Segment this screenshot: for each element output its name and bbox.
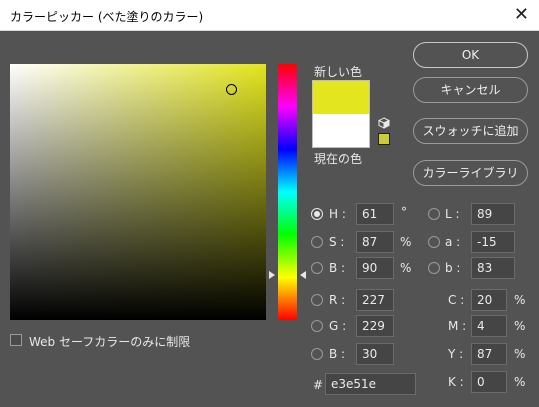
hue-slider-left-handle-icon[interactable] — [269, 271, 275, 279]
hex-label: # — [313, 378, 324, 392]
red-input[interactable]: 227 — [356, 289, 394, 311]
color-field[interactable] — [10, 64, 266, 320]
red-label: R : — [329, 293, 346, 307]
out-of-gamut-cube-icon[interactable] — [378, 117, 390, 129]
green-radio[interactable] — [311, 320, 323, 332]
lab-b-input[interactable]: 83 — [471, 257, 515, 279]
hue-unit: ° — [401, 205, 407, 219]
current-color-label: 現在の色 — [314, 152, 363, 166]
websafe-color-swatch[interactable] — [378, 133, 390, 145]
lab-l-radio[interactable] — [428, 208, 440, 220]
hue-slider[interactable] — [278, 64, 297, 320]
green-label: G : — [329, 319, 347, 333]
green-input[interactable]: 229 — [356, 315, 394, 337]
websafe-only-checkbox[interactable] — [10, 334, 22, 346]
cancel-button[interactable]: キャンセル — [413, 77, 528, 103]
cyan-label: C : — [448, 293, 465, 307]
blue-label: B : — [329, 347, 346, 361]
lab-a-input[interactable]: -15 — [471, 231, 515, 253]
lab-b-label: b : — [445, 261, 461, 275]
blue-input[interactable]: 30 — [356, 343, 394, 365]
lab-l-input[interactable]: 89 — [471, 203, 515, 225]
lab-b-radio[interactable] — [428, 262, 440, 274]
black-unit: % — [514, 375, 526, 389]
color-field-marker[interactable] — [226, 84, 237, 95]
magenta-input[interactable]: 4 — [471, 315, 507, 337]
add-to-swatches-button[interactable]: スウォッチに追加 — [413, 118, 528, 144]
saturation-label: S : — [329, 235, 345, 249]
cyan-input[interactable]: 20 — [471, 289, 507, 311]
red-radio[interactable] — [311, 294, 323, 306]
lab-a-radio[interactable] — [428, 236, 440, 248]
brightness-label: B : — [329, 261, 346, 275]
cyan-unit: % — [514, 293, 526, 307]
new-color-swatch — [312, 80, 370, 114]
window-title: カラーピッカー (べた塗りのカラー) — [10, 10, 204, 24]
saturation-input[interactable]: 87 — [356, 231, 394, 253]
brightness-input[interactable]: 90 — [356, 257, 394, 279]
title-bar: カラーピッカー (べた塗りのカラー) ✕ — [0, 0, 539, 31]
brightness-unit: % — [400, 261, 412, 275]
color-libraries-button[interactable]: カラーライブラリ — [413, 160, 528, 186]
ok-button[interactable]: OK — [413, 42, 528, 68]
new-color-label: 新しい色 — [314, 65, 363, 79]
saturation-unit: % — [400, 235, 412, 249]
blue-radio[interactable] — [311, 348, 323, 360]
magenta-label: M : — [448, 319, 467, 333]
hue-radio[interactable] — [311, 208, 323, 220]
lab-l-label: L : — [445, 207, 460, 221]
brightness-radio[interactable] — [311, 262, 323, 274]
yellow-input[interactable]: 87 — [471, 343, 507, 365]
hue-input[interactable]: 61 — [356, 203, 394, 225]
close-icon[interactable]: ✕ — [514, 5, 529, 25]
current-color-swatch[interactable] — [312, 114, 370, 148]
hue-label: H : — [329, 207, 346, 221]
websafe-only-label[interactable]: Web セーフカラーのみに制限 — [29, 333, 190, 350]
saturation-radio[interactable] — [311, 236, 323, 248]
lab-a-label: a : — [445, 235, 461, 249]
hex-input[interactable]: e3e51e — [325, 373, 416, 395]
yellow-label: Y : — [448, 347, 464, 361]
black-input[interactable]: 0 — [471, 371, 507, 393]
hue-slider-right-handle-icon[interactable] — [300, 271, 306, 279]
black-label: K : — [448, 375, 464, 389]
magenta-unit: % — [514, 319, 526, 333]
yellow-unit: % — [514, 347, 526, 361]
